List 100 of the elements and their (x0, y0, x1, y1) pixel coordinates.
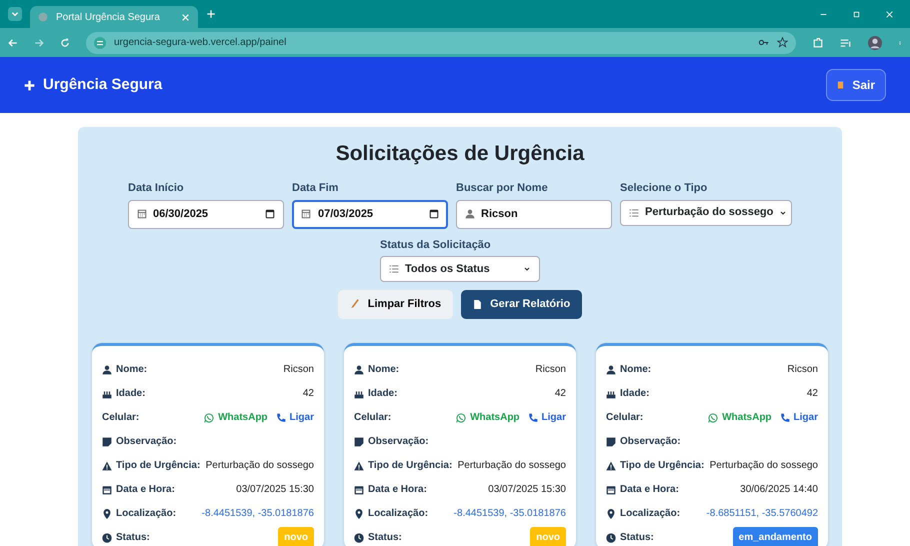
field-value: Perturbação do sossego (710, 459, 818, 474)
status-select[interactable]: Todos os Status (380, 256, 540, 282)
field-value: 03/07/2025 15:30 (488, 483, 566, 498)
cake-icon (354, 388, 364, 399)
clock-icon (102, 532, 112, 543)
cake-icon (606, 388, 616, 399)
calendar-icon (606, 484, 616, 495)
reload-icon[interactable] (60, 38, 70, 48)
whatsapp-icon (456, 412, 466, 423)
field-label: Observação: (620, 435, 681, 450)
note-icon (354, 436, 364, 447)
field-value: Ricson (535, 363, 566, 378)
clock-icon (354, 532, 364, 543)
field-label: Data e Hora: (620, 483, 679, 498)
date-field[interactable]: 07/03/2025 (292, 200, 448, 229)
calendar-icon (354, 484, 364, 495)
document-icon (473, 298, 482, 310)
calendar-icon (301, 208, 311, 219)
tab-search-icon[interactable] (8, 7, 22, 21)
field-label: Buscar por Nome (456, 181, 549, 196)
call-link[interactable]: Ligar (276, 410, 314, 426)
location-link[interactable]: -8.4451539, -35.0181876 (454, 506, 566, 522)
field-label: Tipo de Urgência: (620, 459, 704, 474)
whatsapp-icon (204, 412, 214, 423)
whatsapp-link[interactable]: WhatsApp (708, 410, 772, 426)
status-label: novo (278, 527, 314, 546)
site-info-icon[interactable] (94, 36, 106, 48)
address-bar[interactable]: urgencia-segura-web.vercel.app/painel (86, 32, 796, 54)
location-link[interactable]: -8.6851151, -35.5760492 (706, 506, 818, 522)
field-label: Status: (368, 531, 402, 546)
calendar-icon (137, 208, 147, 219)
field-label: Data e Hora: (368, 483, 427, 498)
media-icon[interactable] (840, 36, 852, 48)
app-brand: Urgência Segura (43, 74, 162, 95)
field-label: Celular: (354, 411, 392, 426)
page-title: Solicitações de Urgência (334, 141, 586, 166)
date-field[interactable]: 06/30/2025 (128, 200, 284, 229)
extensions-icon[interactable] (812, 36, 824, 48)
caret-icon (779, 208, 788, 217)
date-picker-icon[interactable] (265, 208, 275, 219)
field-label: Status da Solicitação (380, 238, 492, 253)
whatsapp-link[interactable]: WhatsApp (456, 410, 520, 426)
field-label: Localização: (116, 507, 176, 522)
field-value: 42 (806, 387, 818, 402)
close-icon[interactable] (181, 12, 190, 22)
warning-icon (606, 460, 616, 471)
cake-icon (102, 388, 112, 399)
date-picker-icon[interactable] (429, 208, 439, 219)
field-value: 03/07/2025 15:30 (236, 483, 314, 498)
search-field[interactable]: Ricson (456, 200, 612, 229)
field-label: Nome: (368, 363, 400, 378)
phone-icon (276, 412, 286, 423)
star-icon[interactable] (777, 37, 788, 48)
field-label: Nome: (620, 363, 652, 378)
field-value: 42 (302, 387, 314, 402)
restore-icon[interactable] (852, 10, 861, 19)
report-button[interactable]: Gerar Relatório (461, 290, 582, 319)
field-label: Celular: (102, 411, 140, 426)
field-value: Perturbação do sossego (206, 459, 314, 474)
field-label: Observação: (116, 435, 177, 450)
user-icon (465, 208, 475, 219)
location-link[interactable]: -8.4451539, -35.0181876 (202, 506, 314, 522)
tab-title: Portal Urgência Segura (56, 10, 161, 24)
field-label: Status: (620, 531, 654, 546)
cross-icon (24, 80, 35, 90)
back-icon[interactable] (8, 38, 18, 48)
field-label: Status: (116, 531, 150, 546)
avatar-icon[interactable] (868, 36, 882, 50)
key-icon[interactable] (758, 37, 769, 48)
close-icon[interactable] (885, 10, 894, 19)
clear-filters-button[interactable]: Limpar Filtros (338, 290, 454, 319)
user-icon (102, 364, 112, 375)
pin-icon (102, 508, 112, 519)
list-icon (389, 264, 399, 274)
new-tab-icon[interactable] (206, 9, 216, 19)
logout-button[interactable]: Sair (826, 69, 886, 101)
field-value: 42 (554, 387, 566, 402)
pin-icon (354, 508, 364, 519)
call-link[interactable]: Ligar (528, 410, 566, 426)
whatsapp-link[interactable]: WhatsApp (204, 410, 268, 426)
field-label: Observação: (368, 435, 429, 450)
field-label: Idade: (620, 387, 650, 402)
field-label: Nome: (116, 363, 148, 378)
call-link[interactable]: Ligar (780, 410, 818, 426)
field-label: Tipo de Urgência: (116, 459, 200, 474)
field-label: Celular: (606, 411, 644, 426)
note-icon (102, 436, 112, 447)
user-icon (354, 364, 364, 375)
warning-icon (354, 460, 364, 471)
whatsapp-icon (708, 412, 718, 423)
status-label: novo (530, 527, 566, 546)
browser-tab[interactable]: Portal Urgência Segura (30, 6, 198, 28)
pin-icon (606, 508, 616, 519)
status-label: em_andamento (732, 527, 818, 546)
field-value: Ricson (283, 363, 314, 378)
type-select[interactable]: Perturbação do sossego (620, 200, 792, 226)
list-icon (629, 208, 639, 218)
field-value: Perturbação do sossego (458, 459, 566, 474)
note-icon (606, 436, 616, 447)
field-label: Tipo de Urgência: (368, 459, 452, 474)
